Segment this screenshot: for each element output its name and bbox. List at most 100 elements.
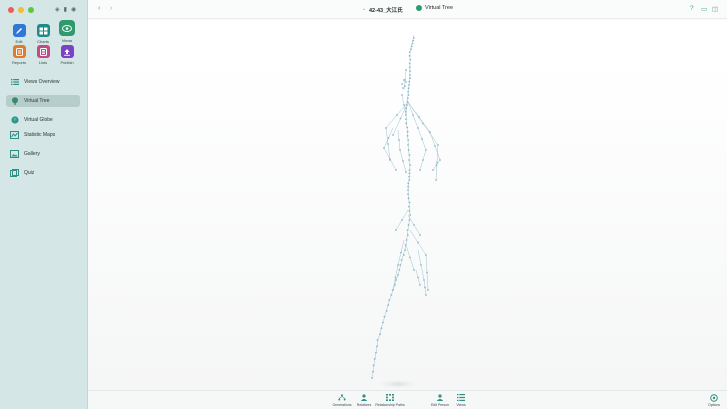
person-node[interactable] xyxy=(397,274,399,276)
person-node[interactable] xyxy=(404,85,406,87)
person-node[interactable] xyxy=(432,169,434,171)
person-node[interactable] xyxy=(407,90,410,93)
relationship-paths-button[interactable]: Relationship Paths xyxy=(374,394,406,407)
family-tree-graph[interactable] xyxy=(88,20,727,390)
person-node[interactable] xyxy=(409,74,411,76)
tag-icon[interactable]: ◈ xyxy=(55,6,60,13)
person-node[interactable] xyxy=(423,279,425,281)
person-node[interactable] xyxy=(419,234,421,236)
person-node[interactable] xyxy=(387,143,389,145)
person-node[interactable] xyxy=(420,264,422,266)
person-node[interactable] xyxy=(437,144,439,146)
person-node[interactable] xyxy=(396,114,398,116)
person-node[interactable] xyxy=(422,122,424,125)
virtual-tree-canvas[interactable] xyxy=(88,20,727,390)
person-node[interactable] xyxy=(379,333,382,336)
back-button[interactable]: ‹ xyxy=(98,5,100,12)
person-node[interactable] xyxy=(390,294,393,296)
folder-icon[interactable]: ▭ xyxy=(701,5,707,13)
nav-item-statistic-maps[interactable]: Statistic Maps xyxy=(6,129,80,141)
person-node[interactable] xyxy=(421,138,423,140)
person-node[interactable] xyxy=(413,269,415,271)
person-node[interactable] xyxy=(409,164,412,166)
person-node[interactable] xyxy=(426,271,428,274)
person-node[interactable] xyxy=(406,126,409,129)
person-node[interactable] xyxy=(399,264,402,266)
person-node[interactable] xyxy=(405,239,408,241)
person-node[interactable] xyxy=(388,299,391,301)
person-node[interactable] xyxy=(425,294,427,296)
chevron-down-icon[interactable]: ⌄ xyxy=(362,6,366,12)
person-node[interactable] xyxy=(405,114,407,116)
person-node[interactable] xyxy=(404,110,407,113)
generations-button[interactable]: Generations xyxy=(329,394,355,407)
module-views[interactable]: Views xyxy=(58,20,76,43)
person-node[interactable] xyxy=(435,164,438,166)
person-node[interactable] xyxy=(408,219,411,221)
sidebar-toggle-icon[interactable]: ◫ xyxy=(712,5,718,13)
person-node[interactable] xyxy=(408,175,411,178)
nav-item-virtual-tree[interactable]: Virtual Tree xyxy=(6,95,80,107)
person-node[interactable] xyxy=(412,36,415,39)
person-node[interactable] xyxy=(376,345,378,348)
person-node[interactable] xyxy=(405,118,407,121)
person-node[interactable] xyxy=(436,161,438,164)
person-node[interactable] xyxy=(407,139,410,141)
person-node[interactable] xyxy=(406,234,409,236)
person-node[interactable] xyxy=(406,97,409,100)
person-node[interactable] xyxy=(419,169,421,171)
person-node[interactable] xyxy=(417,127,419,129)
person-node[interactable] xyxy=(399,149,401,151)
module-edit[interactable]: Edit xyxy=(10,24,28,44)
person-node[interactable] xyxy=(408,209,411,212)
person-node[interactable] xyxy=(400,259,403,261)
person-node[interactable] xyxy=(371,377,373,379)
person-node[interactable] xyxy=(407,224,410,226)
person-node[interactable] xyxy=(404,249,407,251)
person-node[interactable] xyxy=(405,81,407,83)
person-node[interactable] xyxy=(413,224,415,226)
module-publish[interactable]: Publish xyxy=(58,45,76,65)
person-node[interactable] xyxy=(434,145,436,147)
module-charts[interactable]: Charts xyxy=(34,24,52,44)
relatives-button[interactable]: Relatives xyxy=(353,394,375,407)
person-node[interactable] xyxy=(395,229,397,231)
person-node[interactable] xyxy=(402,254,405,256)
person-node[interactable] xyxy=(417,241,419,244)
person-node[interactable] xyxy=(408,201,411,204)
close-window-button[interactable] xyxy=(8,7,14,13)
person-node[interactable] xyxy=(392,289,394,291)
person-node[interactable] xyxy=(408,169,411,171)
bookmark-icon[interactable]: ▮ xyxy=(64,6,67,13)
person-node[interactable] xyxy=(405,69,407,71)
person-node[interactable] xyxy=(407,94,410,96)
person-node[interactable] xyxy=(401,94,403,96)
person-node[interactable] xyxy=(408,62,411,65)
person-node[interactable] xyxy=(373,358,376,360)
views-button[interactable]: Views xyxy=(452,394,470,407)
person-node[interactable] xyxy=(395,279,397,281)
person-node[interactable] xyxy=(407,189,409,191)
person-node[interactable] xyxy=(387,304,390,306)
nav-item-virtual-globe[interactable]: Virtual Globe xyxy=(6,114,80,126)
forward-button[interactable]: › xyxy=(110,5,112,12)
person-node[interactable] xyxy=(419,284,421,286)
nav-item-gallery[interactable]: Gallery xyxy=(6,148,80,160)
person-node[interactable] xyxy=(435,179,437,181)
person-node[interactable] xyxy=(439,159,441,161)
person-node[interactable] xyxy=(399,117,402,120)
maximize-window-button[interactable] xyxy=(28,7,34,13)
person-node[interactable] xyxy=(393,284,396,286)
person-node[interactable] xyxy=(385,309,388,312)
person-node[interactable] xyxy=(405,104,408,106)
person-node[interactable] xyxy=(407,149,410,151)
person-node[interactable] xyxy=(405,171,407,173)
person-node[interactable] xyxy=(425,254,427,256)
person-node[interactable] xyxy=(429,131,431,133)
person-node[interactable] xyxy=(408,172,411,175)
person-node[interactable] xyxy=(417,276,419,279)
person-node[interactable] xyxy=(406,229,409,231)
person-node[interactable] xyxy=(376,339,379,341)
person-node[interactable] xyxy=(372,370,374,373)
person-node[interactable] xyxy=(408,80,411,83)
